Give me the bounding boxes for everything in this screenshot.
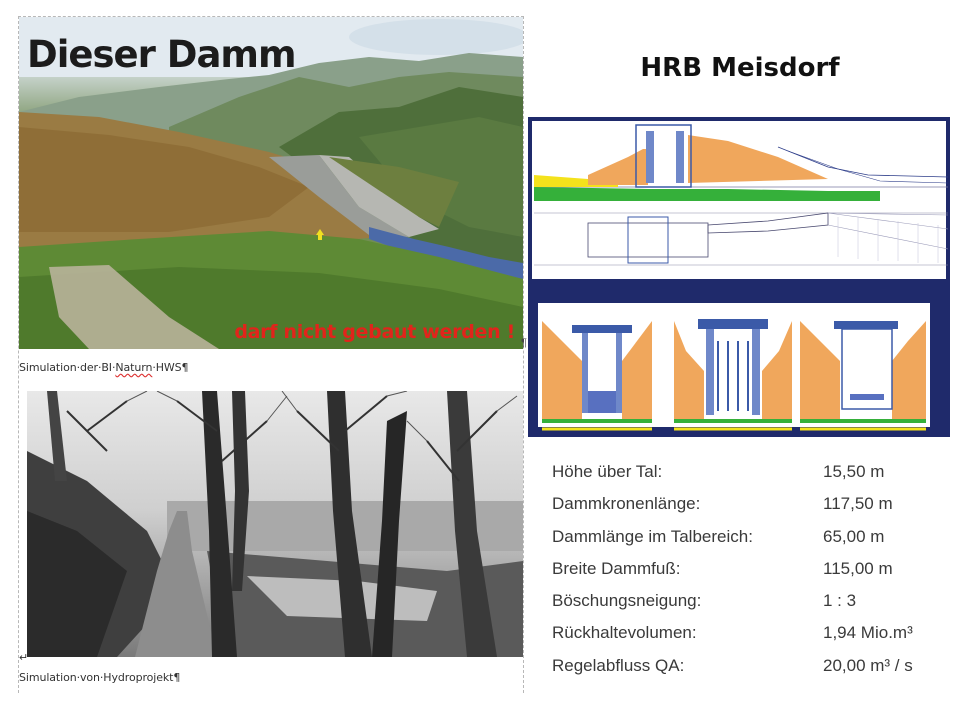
spec-row: Rückhaltevolumen: 1,94 Mio.m³	[552, 623, 942, 655]
spec-value: 1,94 Mio.m³	[823, 623, 913, 643]
simulation-title: Dieser Damm	[27, 33, 297, 76]
spec-value: 115,00 m	[823, 558, 893, 578]
spec-label: Böschungsneigung:	[552, 591, 702, 611]
spec-row: Dammlänge im Talbereich: 65,00 m	[552, 527, 942, 559]
spec-label: Dammkronenlänge:	[552, 494, 701, 514]
slide-title: HRB Meisdorf	[640, 53, 840, 83]
pilcrow-mark: ¶	[521, 337, 527, 349]
engineering-drawing-illustration	[532, 121, 949, 431]
spec-value: 65,00 m	[823, 526, 885, 546]
caption-hydroprojekt[interactable]: Simulation·von·Hydroprojekt¶	[19, 671, 180, 684]
spec-row: Breite Dammfuß: 115,00 m	[552, 559, 942, 591]
spec-value: 15,50 m	[823, 462, 885, 481]
spec-label: Höhe über Tal:	[552, 462, 663, 481]
hydroprojekt-simulation-image	[27, 391, 523, 657]
spec-label: Rückhaltevolumen:	[552, 623, 697, 643]
caption-text-end: ·HWS¶	[152, 361, 189, 374]
simulation-slogan: darf nicht gebaut werden !	[234, 321, 515, 343]
dam-technical-drawings	[528, 117, 950, 437]
spec-row: Höhe über Tal: 15,50 m	[552, 462, 942, 494]
spec-value: 1 : 3	[823, 591, 857, 611]
spec-label: Regelabfluss QA:	[552, 655, 685, 675]
caption-bi-simulation[interactable]: Simulation·der·BI·Naturn·HWS¶	[19, 361, 189, 374]
document-page: Dieser Damm darf nicht gebaut werden ! ¶…	[18, 16, 527, 693]
line-break-mark: ↵	[19, 652, 29, 664]
spec-row: Regelabfluss QA: 20,00 m³ / s	[552, 656, 942, 688]
dam-simulation-image: Dieser Damm darf nicht gebaut werden !	[19, 17, 523, 349]
spec-label: Breite Dammfuß:	[552, 558, 681, 578]
spec-row: Böschungsneigung: 1 : 3	[552, 591, 942, 623]
spec-value: 20,00 m³ / s	[823, 655, 913, 675]
spec-label: Dammlänge im Talbereich:	[552, 526, 753, 546]
spec-value: 117,50 m	[823, 494, 893, 514]
forest-path-photo	[27, 391, 523, 657]
dam-specifications-table: Höhe über Tal: 15,50 m Dammkronenlänge: …	[552, 462, 942, 688]
caption-text-start: Simulation·der·BI·	[19, 361, 116, 374]
spec-row: Dammkronenlänge: 117,50 m	[552, 494, 942, 526]
spellcheck-marked-word[interactable]: Naturn	[115, 361, 152, 374]
